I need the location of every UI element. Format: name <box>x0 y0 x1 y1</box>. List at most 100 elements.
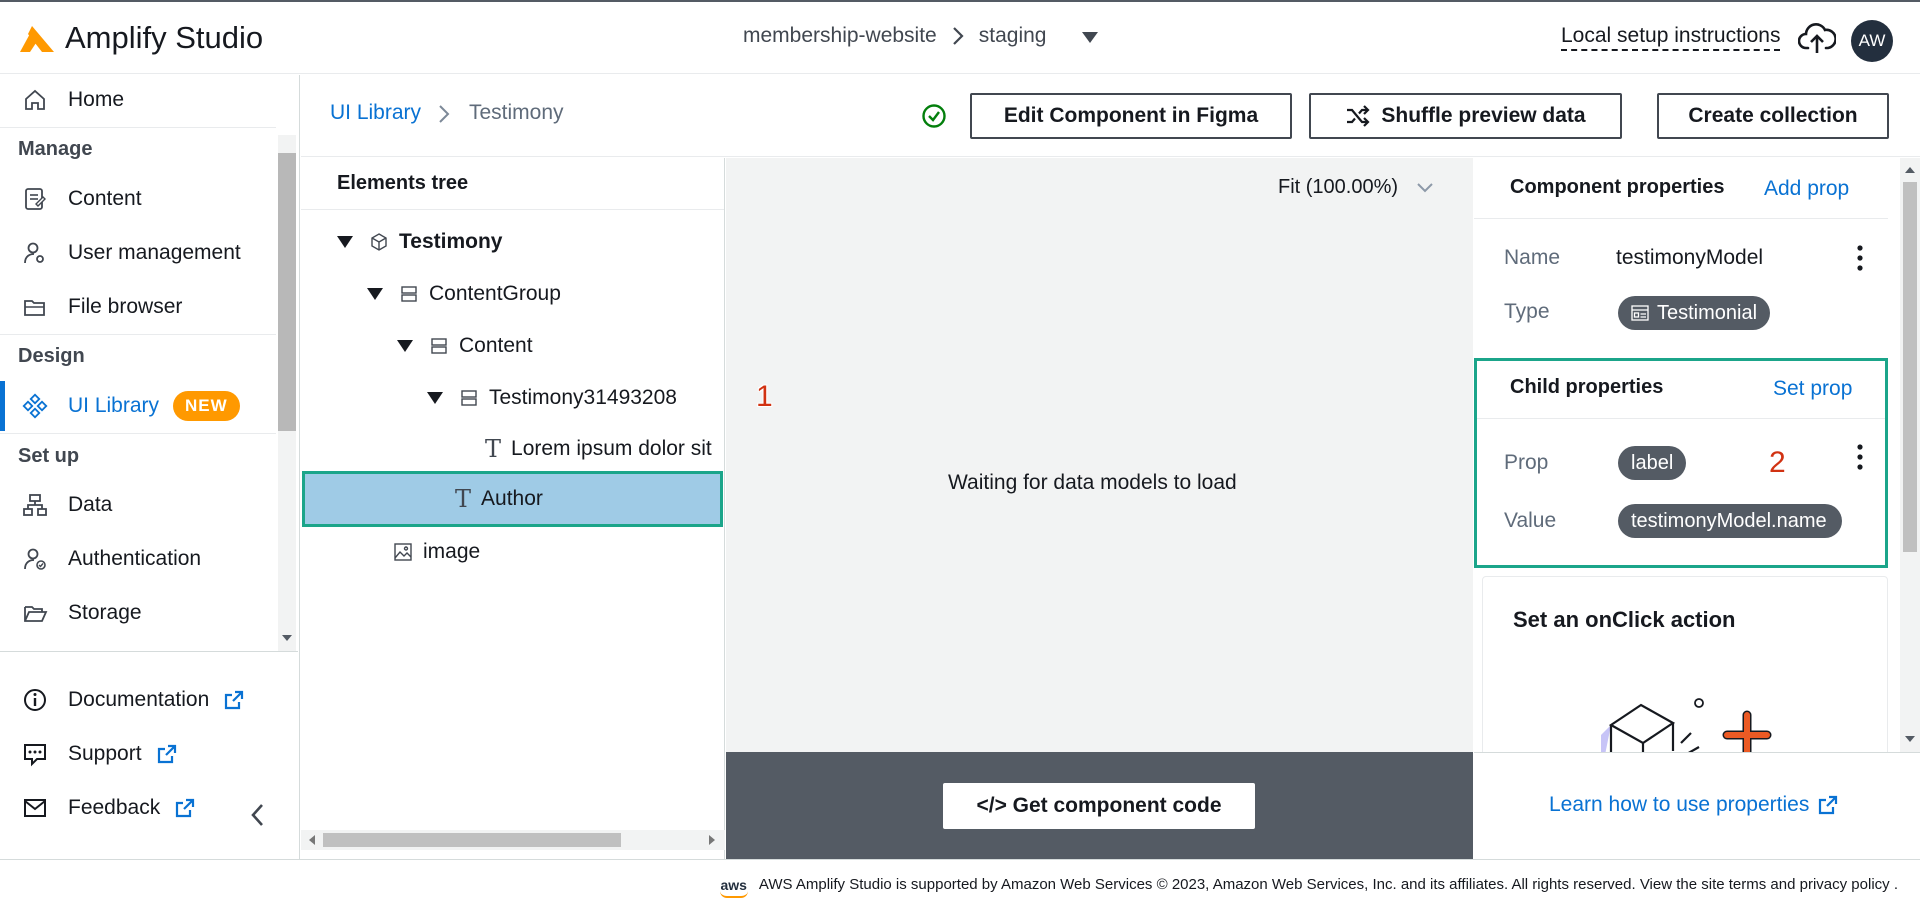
section-divider <box>1477 418 1885 419</box>
sidebar-item-user-management[interactable]: User management <box>0 228 276 278</box>
sidebar-item-content[interactable]: Content <box>0 174 276 224</box>
type-value: Testimonial <box>1657 301 1758 324</box>
flex-icon <box>401 286 417 302</box>
scrollbar-thumb[interactable] <box>278 153 296 431</box>
more-options-kebab-icon[interactable] <box>1857 443 1863 471</box>
component-action-bar: UI Library Testimony Edit Component in F… <box>301 75 1920 157</box>
prop-label: Prop <box>1504 451 1549 474</box>
support-chat-icon <box>24 744 46 767</box>
properties-panel: Component properties Add prop Name testi… <box>1474 158 1900 752</box>
sidebar-scrollbar[interactable] <box>278 135 296 651</box>
environment-name[interactable]: staging <box>979 24 1047 48</box>
set-prop-link[interactable]: Set prop <box>1773 377 1852 401</box>
value-pill[interactable]: testimonyModel.name <box>1618 504 1842 538</box>
sidebar-divider <box>0 127 276 128</box>
sidebar-item-documentation[interactable]: Documentation <box>0 675 276 725</box>
tree-node-label: Testimony <box>399 230 503 253</box>
footer-content: aws AWS Amplify Studio is supported by A… <box>720 876 1898 898</box>
tree-node-author[interactable]: T Author <box>455 475 543 523</box>
chevron-right-icon <box>952 27 964 45</box>
tree-node-lorem-text[interactable]: T Lorem ipsum dolor sit <box>485 425 724 473</box>
type-value-pill[interactable]: Testimonial <box>1618 296 1771 330</box>
expand-caret-icon[interactable] <box>367 288 383 300</box>
cube-icon <box>371 233 387 251</box>
sidebar-item-label: Authentication <box>68 547 202 570</box>
sidebar-item-label: User management <box>68 241 241 264</box>
shuffle-icon <box>1347 105 1370 127</box>
environment-dropdown-caret-icon[interactable] <box>1082 32 1098 43</box>
footer-copyright-text: AWS Amplify Studio is supported by Amazo… <box>758 876 1898 893</box>
home-icon <box>25 89 45 110</box>
elements-tree-panel: Elements tree Testimony ContentGroup Con… <box>301 158 725 859</box>
breadcrumb-ui-library-link[interactable]: UI Library <box>330 101 421 125</box>
create-collection-button[interactable]: Create collection <box>1657 93 1889 139</box>
user-settings-icon <box>24 242 44 264</box>
tree-node-label: Testimony31493208 <box>489 386 677 409</box>
component-properties-title: Component properties <box>1510 176 1725 198</box>
sidebar-item-label: Storage <box>68 601 142 624</box>
properties-scrollbar[interactable] <box>1900 158 1920 752</box>
scroll-down-arrow-icon[interactable] <box>282 635 292 641</box>
sidebar-item-feedback[interactable]: Feedback <box>0 783 276 833</box>
tree-node-testimony31493208[interactable]: Testimony31493208 <box>427 374 677 422</box>
model-icon <box>1631 305 1649 321</box>
zoom-select-value: Fit (100.00%) <box>1278 176 1399 198</box>
tree-node-testimony[interactable]: Testimony <box>337 218 502 266</box>
expand-caret-icon[interactable] <box>397 340 413 352</box>
get-component-code-button[interactable]: </> Get component code <box>943 783 1255 829</box>
shuffle-button-label: Shuffle preview data <box>1381 104 1586 127</box>
tree-node-label: Lorem ipsum dolor sit <box>511 437 712 460</box>
onclick-illustration-icon <box>1601 698 1772 752</box>
envelope-icon <box>24 799 46 817</box>
sidebar-item-label: Documentation <box>68 688 210 711</box>
properties-footer: Learn how to use properties <box>1474 752 1920 859</box>
sidebar-item-authentication[interactable]: Authentication <box>0 534 276 584</box>
text-icon: T <box>485 435 502 463</box>
sidebar-item-data[interactable]: Data <box>0 480 276 530</box>
sidebar-item-file-browser[interactable]: File browser <box>0 282 276 332</box>
sidebar-item-ui-library[interactable]: UI Library NEW <box>0 381 276 431</box>
scrollbar-thumb[interactable] <box>1903 182 1917 552</box>
tree-node-contentgroup[interactable]: ContentGroup <box>367 270 561 318</box>
scrollbar-thumb[interactable] <box>323 833 621 847</box>
scroll-down-arrow-icon[interactable] <box>1905 736 1915 742</box>
edit-in-figma-button[interactable]: Edit Component in Figma <box>970 93 1292 139</box>
sidebar-item-label: Support <box>68 742 142 765</box>
learn-properties-link[interactable]: Learn how to use properties <box>1549 793 1839 817</box>
expand-caret-icon[interactable] <box>427 392 443 404</box>
sidebar-item-support[interactable]: Support <box>0 729 276 779</box>
local-setup-instructions-link[interactable]: Local setup instructions <box>1561 24 1781 51</box>
collapse-sidebar-chevron-icon[interactable] <box>246 800 270 830</box>
tree-horizontal-scrollbar[interactable] <box>301 830 725 850</box>
add-prop-link[interactable]: Add prop <box>1764 177 1849 201</box>
app-title[interactable]: Amplify Studio <box>65 20 263 56</box>
image-icon <box>394 543 412 561</box>
sidebar-divider <box>0 433 276 434</box>
sidebar-item-storage[interactable]: Storage <box>0 588 276 638</box>
prop-value-pill[interactable]: label <box>1618 446 1687 480</box>
sidebar-section-design: Design <box>18 345 85 367</box>
project-name[interactable]: membership-website <box>743 24 937 48</box>
learn-link-label: Learn how to use properties <box>1549 793 1810 816</box>
more-options-kebab-icon[interactable] <box>1857 244 1863 272</box>
scroll-right-arrow-icon[interactable] <box>709 835 715 845</box>
breadcrumb-current: Testimony <box>469 101 564 124</box>
scroll-up-arrow-icon[interactable] <box>1905 167 1915 173</box>
cloud-upload-icon[interactable] <box>1798 20 1836 56</box>
expand-caret-icon[interactable] <box>337 236 353 248</box>
sidebar-item-label: Feedback <box>68 796 161 819</box>
child-properties-title: Child properties <box>1510 376 1664 398</box>
tree-node-content[interactable]: Content <box>397 322 533 370</box>
tree-node-image[interactable]: image <box>393 528 480 576</box>
text-icon: T <box>455 485 472 513</box>
sidebar-item-home[interactable]: Home <box>0 75 276 125</box>
zoom-select[interactable]: Fit (100.00%) <box>1278 176 1434 199</box>
sidebar-nav: Home Manage Content User management File… <box>0 75 298 650</box>
user-avatar[interactable]: AW <box>1851 20 1893 62</box>
shuffle-preview-data-button[interactable]: Shuffle preview data <box>1309 93 1622 139</box>
scroll-left-arrow-icon[interactable] <box>309 835 315 845</box>
onclick-action-card[interactable]: Set an onClick action <box>1482 576 1888 752</box>
external-link-icon <box>1819 795 1838 815</box>
section-divider <box>1474 218 1888 219</box>
tree-node-label: Content <box>459 334 533 357</box>
